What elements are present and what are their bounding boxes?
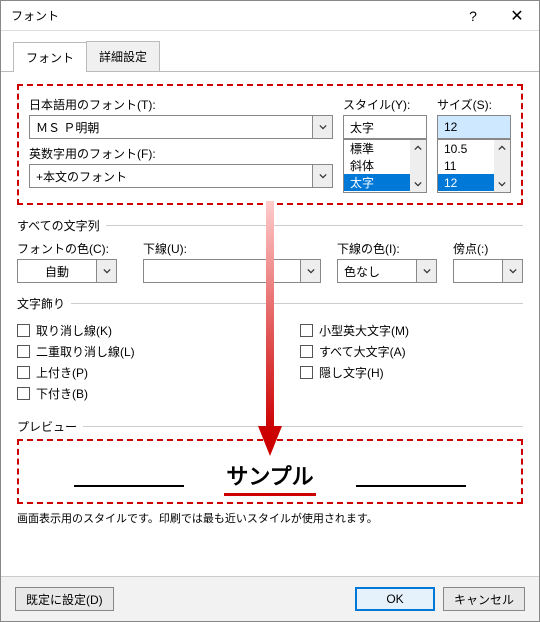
chevron-down-icon[interactable] (96, 260, 116, 282)
underline-label: 下線(U): (143, 240, 321, 257)
titlebar: フォント ? ✕ (1, 1, 539, 31)
chevron-down-icon[interactable] (502, 260, 522, 282)
scrollbar[interactable] (410, 140, 426, 192)
checkbox-icon (300, 345, 313, 358)
preview-underline-left (74, 469, 184, 487)
size-listbox[interactable]: 10.5 11 12 (437, 139, 511, 193)
checkbox-strikethrough[interactable]: 取り消し線(K) (17, 322, 240, 339)
emphasis-combo[interactable] (453, 259, 523, 283)
checkbox-all-caps[interactable]: すべて大文字(A) (300, 343, 523, 360)
chevron-down-icon[interactable] (300, 260, 320, 282)
font-dialog: フォント ? ✕ フォント 詳細設定 日本語用のフォント(T): ＭＳ Ｐ明朝 … (0, 0, 540, 622)
checkbox-small-caps[interactable]: 小型英大文字(M) (300, 322, 523, 339)
preview-group: プレビュー サンプル 画面表示用のスタイルです。印刷では最も近いスタイルが使用さ… (17, 418, 523, 526)
en-font-value: +本文のフォント (30, 168, 312, 185)
underline-color-label: 下線の色(I): (337, 240, 437, 257)
style-input[interactable]: 太字 (343, 115, 427, 139)
chevron-down-icon[interactable] (312, 116, 332, 138)
chevron-down-icon[interactable] (312, 165, 332, 187)
chevron-down-icon[interactable] (416, 260, 436, 282)
effects-header: 文字飾り (17, 295, 65, 312)
jp-font-value: ＭＳ Ｐ明朝 (30, 119, 312, 136)
close-button[interactable]: ✕ (495, 1, 539, 31)
preview-underline-right (356, 469, 466, 487)
preview-sample-text: サンプル (224, 459, 315, 496)
ok-button[interactable]: OK (355, 587, 435, 611)
dialog-body: 日本語用のフォント(T): ＭＳ Ｐ明朝 英数字用のフォント(F): +本文のフ… (1, 72, 539, 538)
size-label: サイズ(S): (437, 96, 511, 113)
en-font-combo[interactable]: +本文のフォント (29, 164, 333, 188)
chevron-up-icon[interactable] (410, 140, 426, 156)
window-title: フォント (11, 7, 451, 24)
effects-group: 文字飾り 取り消し線(K) 二重取り消し線(L) 上付き(P) 下付き(B) 小… (17, 295, 523, 406)
checkbox-hidden[interactable]: 隠し文字(H) (300, 364, 523, 381)
checkbox-icon (17, 387, 30, 400)
en-font-label: 英数字用のフォント(F): (29, 145, 333, 162)
style-label: スタイル(Y): (343, 96, 427, 113)
dialog-footer: 既定に設定(D) OK キャンセル (1, 576, 539, 621)
tab-advanced[interactable]: 詳細設定 (86, 41, 160, 71)
tab-bar: フォント 詳細設定 (1, 31, 539, 72)
checkbox-icon (17, 345, 30, 358)
checkbox-icon (300, 324, 313, 337)
font-selection-highlight: 日本語用のフォント(T): ＭＳ Ｐ明朝 英数字用のフォント(F): +本文のフ… (17, 84, 523, 205)
style-listbox[interactable]: 標準 斜体 太字 (343, 139, 427, 193)
preview-header: プレビュー (17, 418, 77, 435)
underline-combo[interactable] (143, 259, 321, 283)
chevron-up-icon[interactable] (494, 140, 510, 156)
set-default-button[interactable]: 既定に設定(D) (15, 587, 114, 611)
preview-note: 画面表示用のスタイルです。印刷では最も近いスタイルが使用されます。 (17, 510, 523, 526)
checkbox-double-strikethrough[interactable]: 二重取り消し線(L) (17, 343, 240, 360)
tab-font[interactable]: フォント (13, 42, 87, 72)
checkbox-icon (17, 324, 30, 337)
chevron-down-icon[interactable] (410, 176, 426, 192)
checkbox-icon (300, 366, 313, 379)
scrollbar[interactable] (494, 140, 510, 192)
jp-font-label: 日本語用のフォント(T): (29, 96, 333, 113)
checkbox-icon (17, 366, 30, 379)
preview-highlight: サンプル (17, 439, 523, 504)
size-input[interactable]: 12 (437, 115, 511, 139)
jp-font-combo[interactable]: ＭＳ Ｐ明朝 (29, 115, 333, 139)
chevron-down-icon[interactable] (494, 176, 510, 192)
cancel-button[interactable]: キャンセル (443, 587, 525, 611)
checkbox-subscript[interactable]: 下付き(B) (17, 385, 240, 402)
all-text-group: すべての文字列 フォントの色(C): 自動 下線(U): (17, 217, 523, 283)
all-text-header: すべての文字列 (17, 217, 100, 234)
help-button[interactable]: ? (451, 1, 495, 31)
font-color-combo[interactable]: 自動 (17, 259, 117, 283)
underline-color-combo[interactable]: 色なし (337, 259, 437, 283)
emphasis-label: 傍点(:) (453, 240, 523, 257)
font-color-label: フォントの色(C): (17, 240, 127, 257)
checkbox-superscript[interactable]: 上付き(P) (17, 364, 240, 381)
